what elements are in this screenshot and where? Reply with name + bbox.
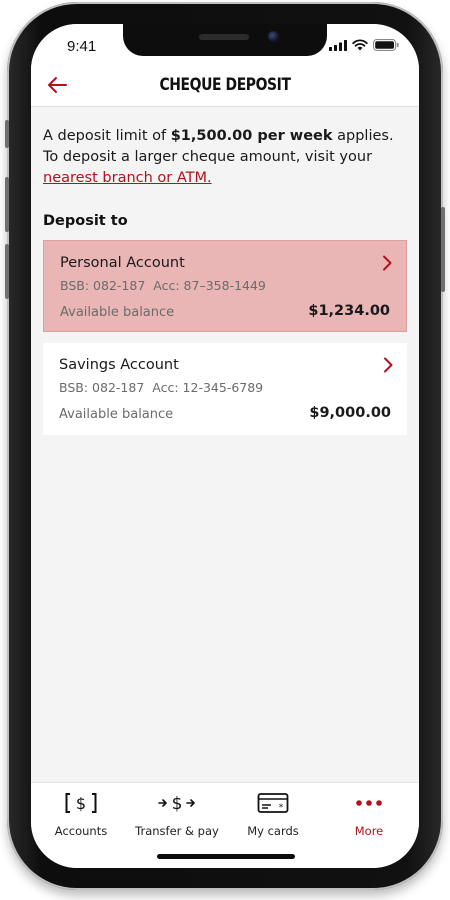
account-name: Personal Account <box>60 255 185 271</box>
account-number: Acc: 87–358-1449 <box>153 278 266 293</box>
account-bsb: BSB: 082-187 <box>59 380 145 395</box>
notice-text-before: A deposit limit of <box>43 128 171 144</box>
cellular-signal-icon <box>329 39 347 51</box>
account-bsb: BSB: 082-187 <box>60 278 146 293</box>
account-card-savings[interactable]: Savings Account BSB: 082-187 Acc: 12-345-… <box>43 343 407 435</box>
account-card-personal[interactable]: Personal Account BSB: 082-187 Acc: 87–358… <box>43 240 407 332</box>
account-number: Acc: 12-345-6789 <box>152 380 264 395</box>
svg-text:*: * <box>279 803 284 813</box>
dollar-bracket-icon: $ <box>33 791 129 815</box>
screen: 9:41 CHEQUE DEPOSIT A deposit limit of $… <box>31 24 419 868</box>
account-name: Savings Account <box>59 357 179 373</box>
deposit-to-heading: Deposit to <box>43 213 128 229</box>
tab-label: Transfer & pay <box>135 824 219 838</box>
balance-value: $1,234.00 <box>308 303 390 319</box>
tab-my-cards[interactable]: * My cards <box>225 791 321 838</box>
deposit-limit-amount: $1,500.00 per week <box>170 128 333 144</box>
earpiece-speaker <box>199 34 249 40</box>
chevron-right-icon <box>384 357 393 373</box>
battery-icon <box>373 39 399 51</box>
tab-label: My cards <box>247 824 299 838</box>
page-title: CHEQUE DEPOSIT <box>159 75 291 95</box>
tab-label: More <box>354 824 384 838</box>
balance-label: Available balance <box>60 305 175 320</box>
tab-accounts[interactable]: $ Accounts <box>33 791 129 838</box>
phone-frame: 9:41 CHEQUE DEPOSIT A deposit limit of $… <box>5 2 445 890</box>
front-camera <box>268 31 279 42</box>
arrow-left-icon <box>48 77 67 93</box>
wifi-icon <box>352 39 368 51</box>
balance-value: $9,000.00 <box>309 405 391 421</box>
status-time: 9:41 <box>67 38 97 55</box>
nearest-branch-link[interactable]: nearest branch or ATM. <box>43 170 212 186</box>
balance-label: Available balance <box>59 407 174 422</box>
device-notch <box>123 24 327 56</box>
power-button <box>441 207 445 292</box>
status-icons <box>329 39 399 51</box>
chevron-right-icon <box>383 255 392 271</box>
app-header: CHEQUE DEPOSIT <box>31 64 419 107</box>
svg-text:$: $ <box>76 794 86 813</box>
account-identifiers: BSB: 082-187 Acc: 87–358-1449 <box>60 278 266 293</box>
more-dots-icon <box>321 791 417 815</box>
tab-more[interactable]: More <box>321 791 417 838</box>
tab-transfer-pay[interactable]: $ Transfer & pay <box>129 791 225 838</box>
silent-switch <box>5 120 9 148</box>
volume-up-button <box>5 177 9 232</box>
main-content: A deposit limit of $1,500.00 per week ap… <box>43 107 409 435</box>
tab-label: Accounts <box>54 824 108 838</box>
transfer-dollar-icon: $ <box>129 791 225 815</box>
home-indicator[interactable] <box>157 854 295 859</box>
account-identifiers: BSB: 082-187 Acc: 12-345-6789 <box>59 380 263 395</box>
svg-text:$: $ <box>172 794 183 814</box>
deposit-limit-notice: A deposit limit of $1,500.00 per week ap… <box>43 126 409 189</box>
volume-down-button <box>5 244 9 299</box>
card-icon: * <box>225 791 321 815</box>
